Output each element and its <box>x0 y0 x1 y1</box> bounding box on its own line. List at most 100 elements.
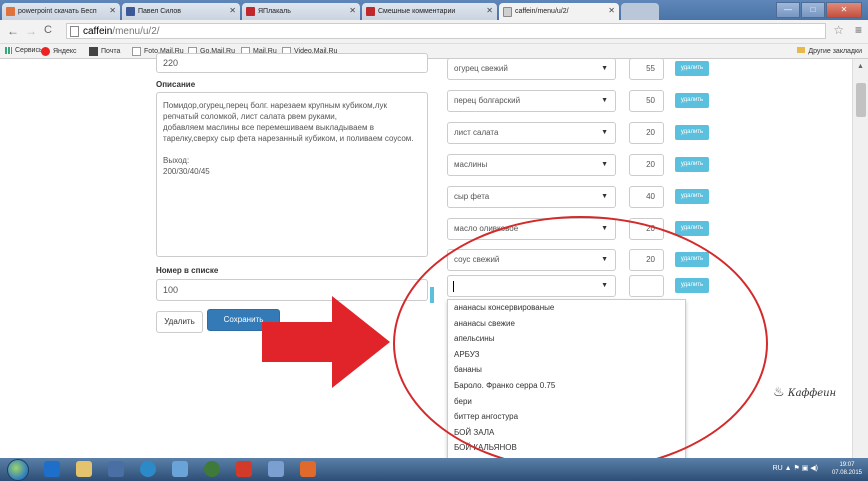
back-icon[interactable]: ← <box>7 24 19 38</box>
bookmark-label: Сервисы <box>15 47 45 54</box>
taskbar: RU ▲ ⚑ ▣ ◀) 19:07 07.08.2015 <box>0 458 868 481</box>
start-button[interactable] <box>7 459 29 481</box>
menu-icon[interactable]: ≡ <box>855 23 862 37</box>
ingredient-select[interactable]: сыр фета ▼ <box>447 186 616 208</box>
minimize-icon[interactable]: — <box>776 2 800 18</box>
close-tab-icon[interactable]: ✕ <box>349 6 356 15</box>
chrome-icon[interactable] <box>204 461 220 477</box>
bookmark-star-icon[interactable]: ☆ <box>833 23 844 37</box>
ingredient-name: маслины <box>454 160 488 169</box>
tab-1[interactable]: powerpoint скачать Бесп ✕ <box>2 3 120 20</box>
tab-favicon-icon <box>126 7 135 16</box>
tab-3[interactable]: ЯПлакаль ✕ <box>242 3 360 20</box>
cup-icon: ♨ <box>773 385 785 400</box>
tab-label: Смешные комментарии <box>378 8 456 15</box>
tab-label: powerpoint скачать Бесп <box>18 8 97 15</box>
ingredient-select[interactable]: маслины ▼ <box>447 154 616 176</box>
browser-titlebar: powerpoint скачать Бесп ✕ Павел Силов ✕ ЯП… <box>0 0 868 20</box>
yandex-browser-icon[interactable] <box>236 461 252 477</box>
new-tab-button[interactable] <box>621 3 659 20</box>
url-path: /menu/u/2/ <box>112 26 160 37</box>
window-close-icon[interactable]: ✕ <box>826 2 862 18</box>
tab-label: Павел Силов <box>138 8 181 15</box>
close-tab-icon[interactable]: ✕ <box>486 6 493 15</box>
powerpoint-icon[interactable] <box>300 461 316 477</box>
tab-4[interactable]: Смешные комментарии ✕ <box>362 3 497 20</box>
clock-date: 07.08.2015 <box>831 470 862 476</box>
page-icon <box>132 47 141 56</box>
chevron-down-icon: ▼ <box>601 65 608 72</box>
remove-ingredient-button[interactable]: удалить <box>675 157 709 172</box>
remove-ingredient-button[interactable]: удалить <box>675 189 709 204</box>
ie-icon[interactable] <box>44 461 60 477</box>
bookmark-yandex[interactable]: Яндекс <box>41 47 77 56</box>
paint-icon[interactable] <box>268 461 284 477</box>
system-tray: RU ▲ ⚑ ▣ ◀) <box>772 465 818 472</box>
bookmark-mail[interactable]: Почта <box>89 47 120 56</box>
quantity-input[interactable]: 20 <box>629 154 664 176</box>
bookmark-label: Другие закладки <box>808 48 862 55</box>
skype-icon[interactable] <box>140 461 156 477</box>
ingredient-name: лист салата <box>454 128 499 137</box>
tab-favicon-icon <box>6 7 15 16</box>
remove-ingredient-button[interactable]: удалить <box>675 93 709 108</box>
close-tab-icon[interactable]: ✕ <box>109 6 116 15</box>
ingredient-name: перец болгарский <box>454 96 521 105</box>
description-label: Описание <box>156 80 196 89</box>
remove-ingredient-button[interactable]: удалить <box>675 61 709 76</box>
other-bookmarks[interactable]: Другие закладки <box>797 47 862 55</box>
media-icon[interactable] <box>108 461 124 477</box>
quantity-input[interactable]: 55 <box>629 58 664 80</box>
quantity-input[interactable]: 50 <box>629 90 664 112</box>
bookmark-services[interactable]: Сервисы <box>5 47 44 54</box>
description-textarea[interactable]: Помидор,огурец,перец болг. нарезаем круп… <box>156 92 428 257</box>
chevron-down-icon: ▼ <box>601 161 608 168</box>
yandex-icon <box>41 47 50 56</box>
bookmarks-bar: Сервисы Яндекс Почта Foto.Mail.Ru Go.Mai… <box>0 44 868 59</box>
clock-time: 19:07 <box>839 462 855 468</box>
annotation-arrow-icon <box>262 296 390 388</box>
scrollbar-thumb[interactable] <box>856 83 866 117</box>
language-indicator[interactable]: RU <box>773 465 783 472</box>
scroll-up-icon[interactable]: ▲ <box>857 63 864 70</box>
folder-icon <box>797 47 806 53</box>
ingredient-select[interactable]: перец болгарский ▼ <box>447 90 616 112</box>
apps-icon <box>5 47 12 54</box>
address-bar: ← → C caffein/menu/u/2/ ☆ ≡ <box>0 20 868 44</box>
delete-button[interactable]: Удалить <box>156 311 203 333</box>
close-tab-icon[interactable]: ✕ <box>608 6 615 15</box>
ingredient-select[interactable]: огурец свежий ▼ <box>447 58 616 80</box>
close-tab-icon[interactable]: ✕ <box>229 6 236 15</box>
top-value-input[interactable]: 220 <box>156 53 428 73</box>
tab-2[interactable]: Павел Силов ✕ <box>122 3 240 20</box>
explorer-icon[interactable] <box>76 461 92 477</box>
reload-icon[interactable]: C <box>44 24 52 36</box>
player-icon[interactable] <box>172 461 188 477</box>
quantity-input[interactable]: 20 <box>629 122 664 144</box>
screen: powerpoint скачать Бесп ✕ Павел Силов ✕ ЯП… <box>0 0 868 481</box>
tab-label: caffein/menu/u/2/ <box>515 8 569 15</box>
remove-ingredient-button[interactable]: удалить <box>675 221 709 236</box>
page-icon <box>70 26 79 37</box>
order-label: Номер в списке <box>156 266 219 275</box>
tab-favicon-icon <box>503 6 512 17</box>
url-input[interactable]: caffein/menu/u/2/ <box>66 23 826 39</box>
remove-ingredient-button[interactable]: удалить <box>675 125 709 140</box>
logo-text: Каффеин <box>787 388 837 399</box>
ingredient-name: огурец свежий <box>454 64 508 73</box>
tab-label: ЯПлакаль <box>258 8 291 15</box>
forward-icon[interactable]: → <box>25 24 37 38</box>
quantity-input[interactable]: 40 <box>629 186 664 208</box>
chevron-down-icon: ▼ <box>601 129 608 136</box>
tab-favicon-icon <box>366 7 375 16</box>
chevron-down-icon: ▼ <box>601 97 608 104</box>
window-controls: — □ ✕ <box>775 2 862 18</box>
bookmark-label: Почта <box>101 48 121 55</box>
logo: ♨ Каффеин <box>773 385 836 400</box>
ingredient-select[interactable]: лист салата ▼ <box>447 122 616 144</box>
chevron-down-icon: ▼ <box>601 193 608 200</box>
page-scrollbar[interactable]: ▲ <box>852 59 868 458</box>
maximize-icon[interactable]: □ <box>801 2 825 18</box>
tab-5-active[interactable]: caffein/menu/u/2/ ✕ <box>499 3 619 20</box>
clock[interactable]: 19:07 07.08.2015 <box>832 461 862 477</box>
